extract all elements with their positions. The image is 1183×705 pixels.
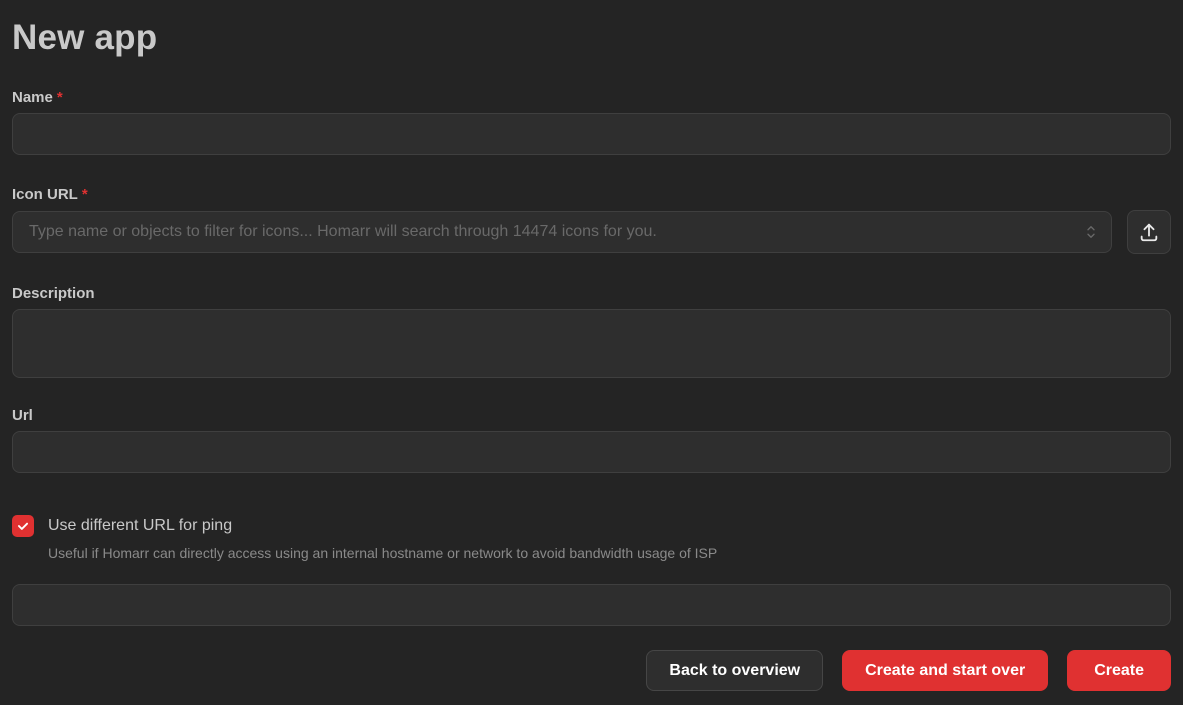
required-asterisk: * — [82, 186, 88, 203]
icon-select — [12, 211, 1112, 253]
upload-icon — [1138, 221, 1160, 243]
description-field-group: Description — [12, 285, 1171, 378]
name-input[interactable] — [12, 113, 1171, 155]
url-label: Url — [12, 407, 1171, 425]
name-label-text: Name — [12, 89, 53, 106]
back-to-overview-button[interactable]: Back to overview — [646, 650, 823, 691]
ping-url-input[interactable] — [12, 584, 1171, 626]
page-title: New app — [12, 14, 1171, 62]
name-field-group: Name* — [12, 89, 1171, 155]
ping-section: Use different URL for ping Useful if Hom… — [12, 515, 1171, 626]
ping-help-text: Useful if Homarr can directly access usi… — [48, 545, 1171, 562]
url-field-group: Url — [12, 407, 1171, 473]
ping-checkbox-row: Use different URL for ping — [12, 515, 1171, 537]
icon-url-label-text: Icon URL — [12, 186, 78, 203]
description-textarea[interactable] — [12, 309, 1171, 378]
new-app-form: New app Name* Icon URL* — [0, 0, 1183, 691]
description-label: Description — [12, 285, 1171, 303]
create-and-start-over-button[interactable]: Create and start over — [842, 650, 1048, 691]
icon-url-label: Icon URL* — [12, 186, 1171, 204]
name-label: Name* — [12, 89, 1171, 107]
url-input[interactable] — [12, 431, 1171, 473]
create-button[interactable]: Create — [1067, 650, 1171, 691]
icon-url-field-group: Icon URL* — [12, 186, 1171, 254]
upload-icon-button[interactable] — [1127, 210, 1171, 254]
url-label-text: Url — [12, 407, 33, 424]
icon-search-input[interactable] — [12, 211, 1112, 253]
ping-checkbox-label[interactable]: Use different URL for ping — [48, 517, 232, 535]
icon-url-row — [12, 210, 1171, 254]
check-icon — [16, 519, 30, 533]
description-label-text: Description — [12, 285, 95, 302]
form-actions: Back to overview Create and start over C… — [12, 650, 1171, 691]
ping-checkbox[interactable] — [12, 515, 34, 537]
required-asterisk: * — [57, 89, 63, 106]
